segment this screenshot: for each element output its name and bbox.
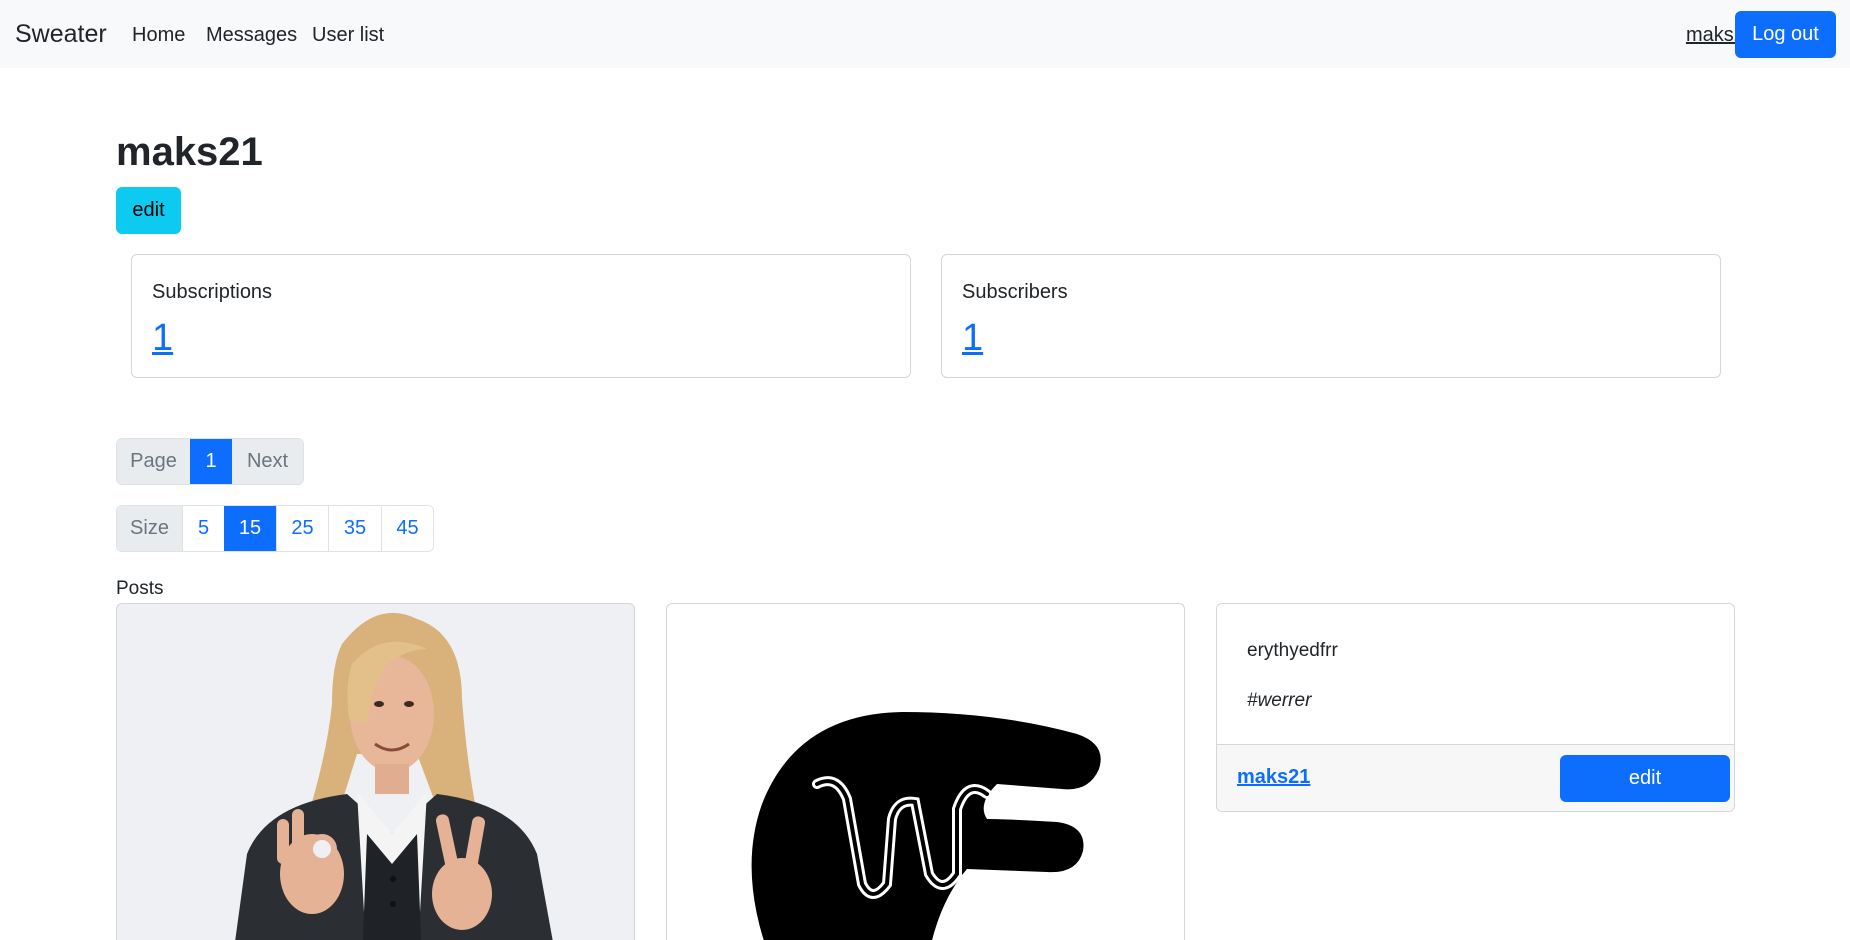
subscribers-count-link[interactable]: 1 <box>962 317 983 360</box>
post-text: erythyedfrr <box>1247 640 1338 661</box>
page-pagination: Page 1 Next <box>116 438 304 485</box>
edit-profile-button[interactable]: edit <box>116 187 181 234</box>
size-option-45[interactable]: 45 <box>381 506 433 551</box>
page-next[interactable]: Next <box>232 439 303 484</box>
edit-post-button[interactable]: edit <box>1560 755 1730 802</box>
post-photo-image <box>235 612 553 940</box>
size-option-15[interactable]: 15 <box>224 506 276 551</box>
subscribers-card: Subscribers 1 <box>941 254 1721 378</box>
navbar: Sweater Home Messages User list maks21 L… <box>0 0 1850 68</box>
post-author-link[interactable]: maks21 <box>1237 766 1310 789</box>
page-label: Page <box>117 439 190 484</box>
subscribers-label: Subscribers <box>962 281 1068 303</box>
nav-messages-link[interactable]: Messages <box>206 24 297 47</box>
brand-link[interactable]: Sweater <box>15 20 107 49</box>
size-label: Size <box>117 506 182 551</box>
size-option-25[interactable]: 25 <box>276 506 328 551</box>
post-card-text: erythyedfrr #werrer maks21 edit <box>1216 603 1735 812</box>
subscriptions-label: Subscriptions <box>152 281 273 303</box>
page-size-selector: Size 5 15 25 35 45 <box>116 505 434 552</box>
size-option-5[interactable]: 5 <box>182 506 224 551</box>
post-card-photo <box>116 603 635 940</box>
subscriptions-count-link[interactable]: 1 <box>152 317 173 360</box>
posts-heading: Posts <box>116 578 164 599</box>
pinch-hand-icon <box>751 712 1101 940</box>
profile-name: maks21 <box>116 130 263 174</box>
size-option-35[interactable]: 35 <box>328 506 381 551</box>
logout-button[interactable]: Log out <box>1735 11 1836 58</box>
subscriptions-card: Subscriptions 1 <box>131 254 911 378</box>
nav-user-list-link[interactable]: User list <box>312 24 384 47</box>
nav-home-link[interactable]: Home <box>132 24 185 47</box>
post-card-image <box>666 603 1185 940</box>
post-footer: maks21 edit <box>1217 744 1734 811</box>
page-current[interactable]: 1 <box>190 439 232 484</box>
post-tag: #werrer <box>1247 690 1312 711</box>
